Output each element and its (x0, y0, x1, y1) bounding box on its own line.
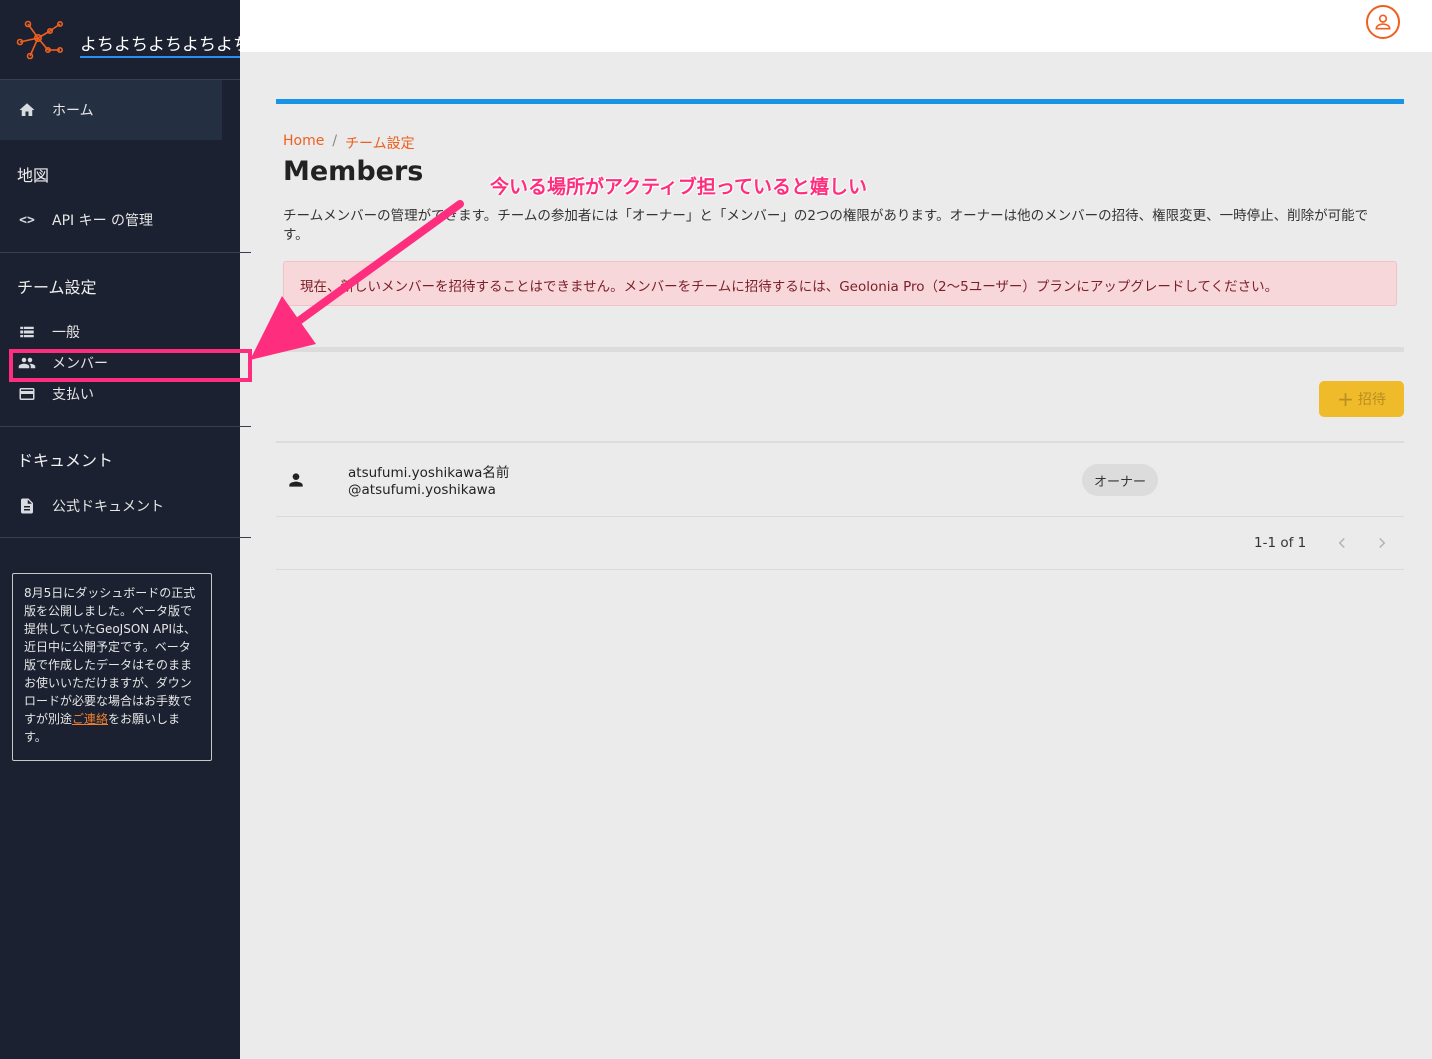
team-name-select[interactable]: よちよちよちよちよちよち (80, 30, 240, 58)
sidebar-item-label: 一般 (52, 325, 80, 341)
sidebar-item-label: API キー の管理 (52, 213, 154, 229)
code-icon: <> (19, 212, 35, 228)
section-title-map: 地図 (17, 166, 50, 185)
page-description: チームメンバーの管理ができます。チームの参加者には「オーナー」と「メンバー」の2… (283, 208, 1369, 243)
contact-link[interactable]: ご連絡 (72, 712, 108, 726)
breadcrumb-current[interactable]: チーム設定 (345, 133, 415, 153)
plus-icon: + (1337, 387, 1354, 411)
notice-text: 8月5日にダッシュボードの正式版を公開しました。ベータ版で提供していたGeoJS… (24, 586, 197, 726)
credit-card-icon (18, 385, 36, 403)
breadcrumb: Home / チーム設定 (283, 133, 415, 153)
document-icon (18, 497, 36, 515)
role-chip: オーナー (1082, 464, 1158, 496)
upgrade-alert: 現在、新しいメンバーを招待することはできません。メンバーをチームに招待するには、… (283, 261, 1397, 306)
table-row: atsufumi.yoshikawa名前 @atsufumi.yoshikawa… (276, 443, 1404, 517)
annotation-text: 今いる場所がアクティブ担っていると嬉しい (490, 176, 867, 198)
member-handle: @atsufumi.yoshikawa (348, 482, 496, 498)
breadcrumb-separator: / (332, 133, 338, 149)
user-icon (1375, 14, 1391, 30)
list-icon (18, 323, 36, 341)
pagination-info: 1-1 of 1 (1254, 535, 1307, 551)
sidebar-item-api-keys[interactable]: <> API キー の管理 (0, 205, 240, 235)
sidebar-item-label: 支払い (52, 387, 94, 403)
sidebar-item-general[interactable]: 一般 (0, 317, 240, 347)
sidebar-item-label: ホーム (52, 103, 94, 119)
sidebar-item-billing[interactable]: 支払い (0, 379, 240, 409)
member-name: atsufumi.yoshikawa名前 (348, 465, 510, 481)
top-bar (240, 0, 1432, 52)
page-title: Members (283, 156, 424, 187)
account-button[interactable] (1366, 5, 1400, 39)
pagination: 1-1 of 1 (276, 517, 1404, 570)
chevron-left-icon (1338, 537, 1345, 549)
breadcrumb-home-link[interactable]: Home (283, 133, 324, 153)
sidebar-item-home-inner: ホーム (0, 95, 94, 125)
sidebar-item-label: 公式ドキュメント (52, 499, 164, 515)
brand-header: よちよちよちよちよちよち (0, 0, 240, 80)
sidebar-item-docs[interactable]: 公式ドキュメント (0, 491, 240, 521)
annotation-highlight-box (9, 349, 252, 382)
home-icon (18, 101, 36, 119)
section-separator (276, 347, 1404, 352)
sidebar-divider (0, 537, 251, 538)
next-page-button[interactable] (1370, 531, 1394, 555)
sidebar-item-home[interactable]: ホーム (0, 80, 222, 140)
sidebar-divider (0, 426, 251, 427)
release-notice: 8月5日にダッシュボードの正式版を公開しました。ベータ版で提供していたGeoJS… (12, 573, 212, 761)
sidebar-divider (0, 252, 251, 253)
invite-button-label: 招待 (1357, 392, 1386, 408)
person-icon (289, 473, 303, 487)
section-title-docs: ドキュメント (17, 451, 114, 470)
section-title-team: チーム設定 (17, 278, 97, 297)
content-top-accent (276, 99, 1404, 104)
network-logo-icon (16, 20, 63, 60)
previous-page-button[interactable] (1330, 531, 1354, 555)
invite-button[interactable]: + 招待 (1319, 381, 1404, 417)
sidebar: よちよちよちよちよちよち ホーム 地図 <> API キー の管理 チーム設定 … (0, 0, 251, 1059)
chevron-right-icon (1379, 537, 1386, 549)
